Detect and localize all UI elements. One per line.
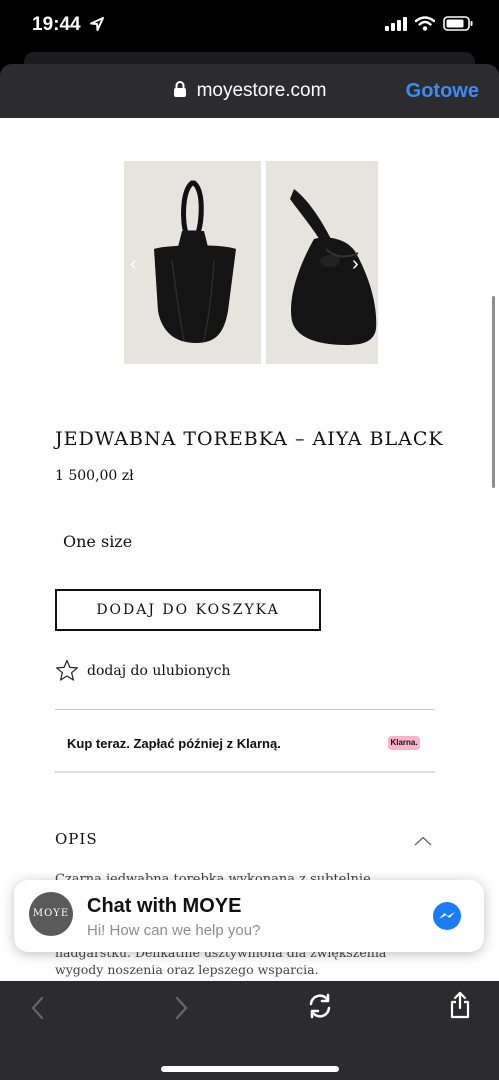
product-title: JEDWABNA TOREBKA – AIYA BLACK [55, 428, 444, 450]
reload-icon[interactable] [306, 992, 334, 1020]
chat-subtitle: Hi! How can we help you? [87, 922, 261, 939]
product-image-front[interactable]: ‹ [124, 161, 261, 364]
battery-icon [443, 16, 473, 31]
product-gallery[interactable]: ‹ › [124, 161, 378, 364]
home-indicator[interactable] [161, 1066, 339, 1072]
status-time: 19:44 [32, 14, 81, 35]
status-indicators [385, 16, 473, 31]
share-icon[interactable] [449, 991, 471, 1019]
chevron-left-icon[interactable]: ‹ [130, 253, 137, 276]
chevron-up-icon[interactable] [414, 836, 432, 846]
add-to-favorites[interactable]: dodaj do ulubionych [55, 659, 231, 682]
messenger-icon[interactable] [432, 901, 462, 931]
back-icon[interactable] [29, 995, 47, 1021]
description-line-3: wygody noszenia oraz lepszego wsparcia. [55, 962, 319, 977]
browser-header: moyestore.com Gotowe [0, 64, 499, 118]
wifi-icon [415, 16, 435, 31]
product-image-side[interactable]: › [266, 161, 378, 364]
location-arrow-icon [90, 17, 104, 31]
page-content: ‹ › JEDWABNA TOREBKA – AIYA BLACK 1 500,… [0, 118, 499, 981]
avatar: MOYE [29, 892, 73, 936]
star-icon [56, 659, 78, 681]
chat-title: Chat with MOYE [87, 895, 242, 917]
lock-icon [173, 81, 186, 97]
signal-icon [385, 16, 407, 31]
klarna-logo: Klarna. [388, 736, 420, 750]
status-bar: 19:44 [0, 0, 499, 56]
add-to-cart-button[interactable]: DODAJ DO KOSZYKA [55, 589, 321, 631]
url-text: moyestore.com [196, 80, 327, 101]
add-to-cart-label: DODAJ DO KOSZYKA [96, 602, 280, 618]
browser-toolbar [0, 981, 499, 1080]
done-button[interactable]: Gotowe [406, 80, 479, 103]
product-price: 1 500,00 zł [55, 468, 134, 484]
scrollbar[interactable] [492, 296, 495, 488]
description-heading[interactable]: OPIS [55, 830, 98, 848]
size-option[interactable]: One size [63, 532, 132, 551]
chevron-right-icon[interactable]: › [352, 253, 359, 276]
forward-icon[interactable] [172, 995, 190, 1021]
klarna-text: Kup teraz. Zapłać później z Klarną. [67, 736, 281, 751]
chat-widget[interactable]: MOYE Chat with MOYE Hi! How can we help … [14, 880, 484, 952]
divider [55, 709, 435, 710]
favorites-label: dodaj do ulubionych [87, 662, 231, 679]
klarna-banner[interactable]: Kup teraz. Zapłać później z Klarną. Klar… [55, 711, 435, 773]
